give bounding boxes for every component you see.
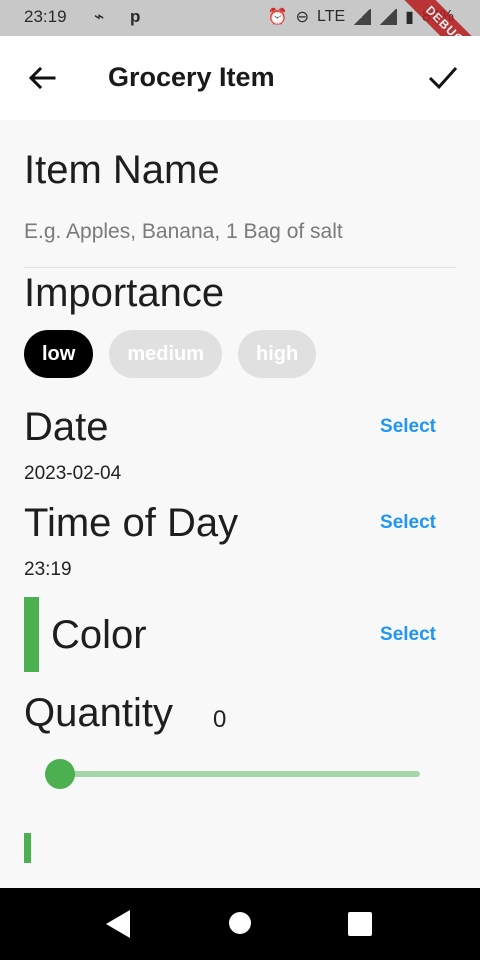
importance-chips: low medium high [24,330,317,378]
importance-chip-high[interactable]: high [238,330,317,378]
status-bar: 23:19 ⌁ p ⏰ ⊖ LTE ▮ 83% DEBUG [0,0,480,86]
status-time: 23:19 [24,7,67,26]
check-icon[interactable] [426,60,460,94]
date-label: Date [24,405,109,449]
home-circle-icon[interactable] [228,911,252,935]
back-triangle-icon[interactable] [106,910,130,938]
page-title: Grocery Item [108,62,275,92]
quantity-slider-thumb[interactable] [45,759,75,789]
back-arrow-icon[interactable] [26,62,58,94]
p-notification-icon: p [130,7,141,26]
quantity-value: 0 [213,706,227,733]
color-select-button[interactable]: Select [380,624,436,646]
battery-icon: ▮ [405,9,414,26]
time-label: Time of Day [24,501,239,545]
recents-square-icon[interactable] [348,912,372,936]
importance-label: Importance [24,271,225,315]
app-bar: Grocery Item [0,36,480,120]
quantity-slider-track[interactable] [60,771,420,777]
quantity-label: Quantity [24,691,173,735]
item-name-label: Item Name [24,148,220,192]
usb-icon: ⌁ [94,7,105,26]
importance-chip-low[interactable]: low [24,330,94,378]
date-value: 2023-02-04 [24,463,122,484]
network-label: LTE [317,8,346,25]
item-name-input[interactable]: E.g. Apples, Banana, 1 Bag of salt [24,220,343,244]
color-preview-bar [24,833,31,863]
time-select-button[interactable]: Select [380,512,436,534]
dnd-icon: ⊖ [295,9,309,26]
signal-icon [353,9,372,25]
time-value: 23:19 [24,559,72,580]
importance-chip-medium[interactable]: medium [109,330,223,378]
system-nav-bar [0,888,480,960]
form-content: Item Name E.g. Apples, Banana, 1 Bag of … [0,120,480,888]
date-select-button[interactable]: Select [380,416,436,438]
signal-icon-2 [379,9,398,25]
item-name-underline [24,267,456,268]
color-swatch [24,597,39,672]
color-label: Color [51,613,147,657]
alarm-icon: ⏰ [267,9,288,26]
